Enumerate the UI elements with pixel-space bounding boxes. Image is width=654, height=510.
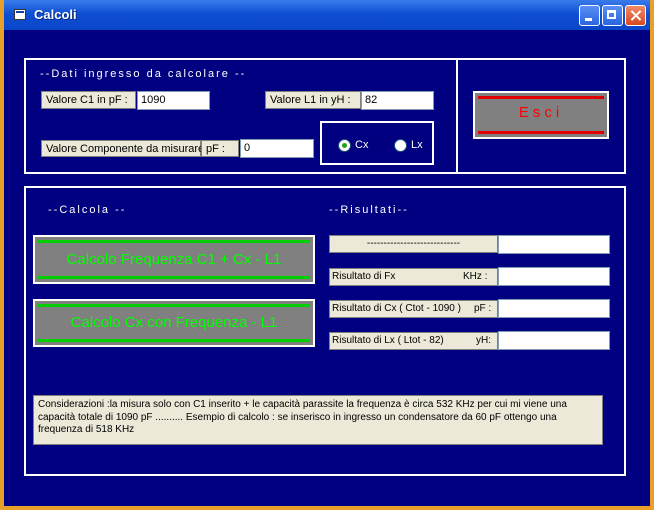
lx-unit: yH: bbox=[476, 335, 491, 346]
exit-button-label: Esci bbox=[518, 104, 564, 121]
window-title: Calcoli bbox=[34, 7, 77, 22]
minimize-button[interactable] bbox=[579, 5, 600, 26]
cx-label: Risultato di Cx ( Ctot - 1090 ) pF : bbox=[329, 300, 498, 318]
calc-frequency-label: Calcolo Frequenza C1 + Cx - L1 bbox=[66, 251, 282, 268]
maximize-button[interactable] bbox=[602, 5, 623, 26]
c1-input[interactable]: 1090 bbox=[137, 91, 210, 110]
close-button[interactable] bbox=[625, 5, 646, 26]
c1-label: Valore C1 in pF : bbox=[41, 91, 136, 109]
fx-unit: KHz : bbox=[463, 271, 488, 282]
fx-label: Risultato di Fx KHz : bbox=[329, 268, 498, 286]
calc-cx-label: Calcolo Cx con Frequenza - L1 bbox=[70, 314, 278, 331]
considerations-note: Considerazioni :la misura solo con C1 in… bbox=[33, 395, 603, 445]
calc-title: --Calcola -- bbox=[48, 204, 127, 216]
calc-cx-button[interactable]: Calcolo Cx con Frequenza - L1 bbox=[33, 299, 315, 347]
lx-result-field[interactable] bbox=[498, 331, 610, 350]
results-title: --Risultati-- bbox=[329, 204, 409, 216]
unit-label: pF : bbox=[201, 140, 239, 157]
cx-result-field[interactable] bbox=[498, 299, 610, 318]
l1-input[interactable]: 82 bbox=[361, 91, 434, 110]
radio-cx-label: Cx bbox=[355, 139, 369, 151]
cx-unit: pF : bbox=[474, 303, 492, 314]
component-input[interactable]: 0 bbox=[240, 139, 314, 158]
results-header-field[interactable] bbox=[498, 235, 610, 254]
fx-result-field[interactable] bbox=[498, 267, 610, 286]
component-label: Valore Componente da misurare bbox=[41, 140, 204, 157]
exit-button[interactable]: Esci bbox=[473, 91, 609, 139]
radio-cx[interactable] bbox=[338, 139, 351, 152]
l1-label: Valore L1 in yH : bbox=[265, 91, 361, 109]
window-icon bbox=[14, 9, 26, 20]
radio-lx[interactable] bbox=[394, 139, 407, 152]
calc-frequency-button[interactable]: Calcolo Frequenza C1 + Cx - L1 bbox=[33, 235, 315, 284]
results-header-label: ---------------------------- bbox=[329, 235, 498, 253]
radio-lx-label: Lx bbox=[411, 139, 423, 151]
title-bar[interactable]: Calcoli bbox=[4, 0, 650, 30]
lx-label: Risultato di Lx ( Ltot - 82) yH: bbox=[329, 332, 498, 350]
input-group-title: --Dati ingresso da calcolare -- bbox=[40, 68, 247, 80]
